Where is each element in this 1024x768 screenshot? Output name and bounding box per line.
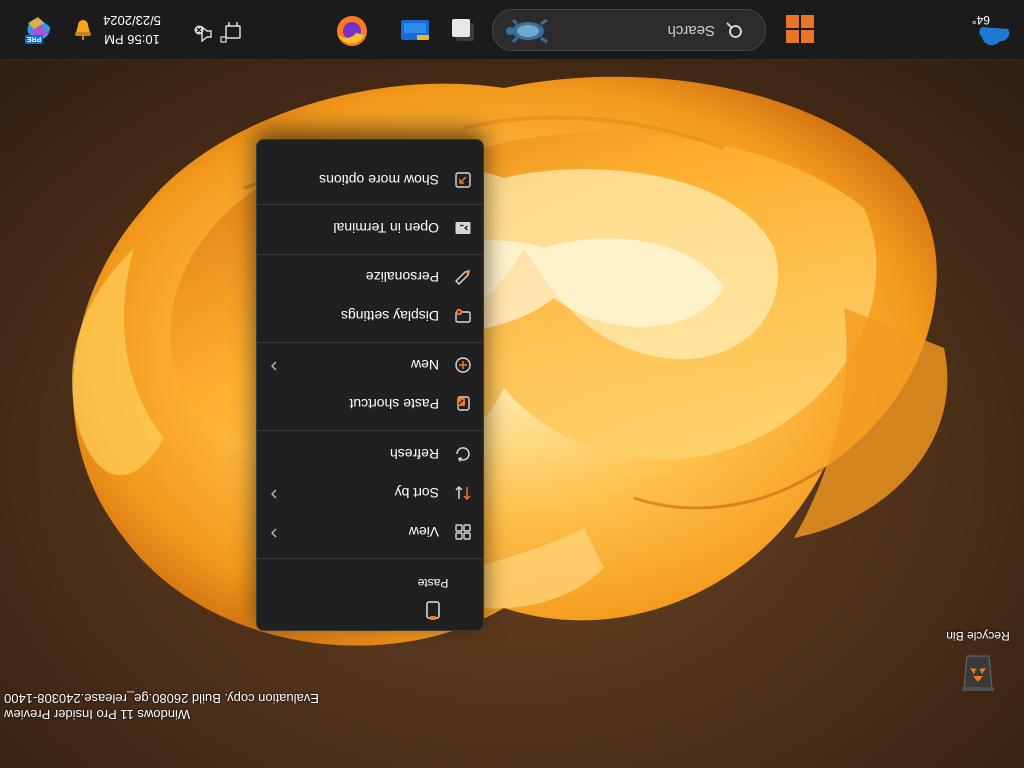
- recycle-bin-label: Recycle Bin: [946, 629, 1010, 643]
- copilot-pre-badge: PRE: [26, 35, 41, 42]
- weather-widget[interactable]: 64°: [962, 7, 1012, 49]
- desktop-icon-recycle-bin[interactable]: Recycle Bin: [940, 629, 1016, 696]
- desktop-context-menu: Paste View Sort by Refresh Paste shortcu…: [256, 139, 484, 631]
- file-explorer-button[interactable]: [398, 13, 432, 47]
- paste-shortcut-icon: [457, 396, 470, 412]
- chevron-right-icon: [271, 528, 277, 538]
- chevron-right-icon: [271, 361, 277, 371]
- firefox-icon: [337, 16, 367, 46]
- menu-item-show-more-options[interactable]: Show more options: [257, 161, 483, 200]
- clock-time: 10:56 PM: [104, 32, 160, 47]
- search-icon: [726, 22, 742, 38]
- sort-icon: [455, 486, 471, 501]
- view-grid-icon: [455, 524, 471, 541]
- desktop-screen[interactable]: Recycle Bin Paste View Sort by Refresh P…: [0, 0, 1024, 768]
- context-menu-group-view: View Sort by Refresh: [257, 430, 483, 558]
- network-tray-button[interactable]: [216, 17, 246, 47]
- taskbar-clock[interactable]: 10:56 PM 5/23/2024: [92, 11, 172, 49]
- context-menu-group-terminal: Open in Terminal: [257, 204, 483, 254]
- menu-item-new-label: New: [410, 357, 439, 374]
- context-menu-paste-row: Paste: [257, 558, 483, 630]
- recycle-bin-icon: [962, 655, 994, 691]
- volume-muted-icon: [194, 25, 212, 43]
- menu-item-refresh[interactable]: Refresh: [257, 435, 483, 474]
- tray-app-button[interactable]: [70, 19, 96, 45]
- watermark-line-1: Windows 11 Pro Insider Preview: [4, 707, 191, 722]
- menu-item-open-in-terminal-label: Open in Terminal: [333, 220, 439, 237]
- menu-item-display-settings[interactable]: Display settings: [257, 297, 483, 336]
- file-explorer-icon: [401, 20, 429, 40]
- display-settings-icon: [455, 309, 471, 324]
- firefox-button[interactable]: [334, 13, 370, 49]
- start-icon: [786, 15, 814, 43]
- volume-tray-button[interactable]: [192, 23, 214, 45]
- show-more-options-icon: [455, 172, 471, 189]
- taskbar: 64° Search 10:56 PM 5/23/2024 PRE: [0, 0, 1024, 60]
- menu-item-sort-by-label: Sort by: [394, 485, 439, 502]
- watermark-line-2: Evaluation copy. Build 26080.ge_release.…: [4, 691, 319, 706]
- chevron-right-icon: [271, 489, 277, 499]
- menu-item-view-label: View: [408, 524, 439, 541]
- search-placeholder: Search: [667, 22, 715, 39]
- start-button[interactable]: [784, 13, 816, 45]
- wallpaper[interactable]: [0, 0, 1024, 768]
- context-menu-group-more: Show more options: [257, 161, 483, 204]
- menu-item-personalize[interactable]: Personalize: [257, 258, 483, 297]
- menu-item-open-in-terminal[interactable]: Open in Terminal: [257, 209, 483, 248]
- task-view-button[interactable]: [448, 15, 478, 45]
- menu-item-new[interactable]: New: [257, 346, 483, 385]
- menu-item-show-more-options-label: Show more options: [319, 172, 439, 189]
- menu-item-personalize-label: Personalize: [365, 269, 439, 286]
- copilot-button[interactable]: PRE: [22, 13, 56, 47]
- menu-item-display-settings-label: Display settings: [340, 308, 439, 325]
- menu-item-sort-by[interactable]: Sort by: [257, 474, 483, 513]
- search-highlight-turtle-icon: [506, 18, 548, 44]
- menu-item-paste-shortcut[interactable]: Paste shortcut: [257, 385, 483, 424]
- taskbar-search-box[interactable]: Search: [492, 9, 766, 51]
- weather-temperature: 64°: [971, 13, 990, 27]
- copilot-icon: PRE: [25, 17, 50, 44]
- refresh-icon: [456, 447, 470, 463]
- new-plus-icon: [455, 357, 471, 374]
- context-menu-group-new: Paste shortcut New: [257, 342, 483, 430]
- terminal-icon: [455, 222, 471, 235]
- clock-date: 5/23/2024: [103, 13, 161, 28]
- network-icon: [220, 22, 241, 43]
- context-menu-group-display: Display settings Personalize: [257, 254, 483, 342]
- task-view-icon: [452, 19, 474, 41]
- personalize-pen-icon: [455, 270, 470, 286]
- paste-button[interactable]: Paste: [403, 576, 463, 621]
- paste-icon: [426, 601, 440, 620]
- paste-label: Paste: [417, 576, 449, 590]
- menu-item-view[interactable]: View: [257, 513, 483, 552]
- evaluation-watermark: Windows 11 Pro Insider Preview Evaluatio…: [4, 690, 319, 722]
- menu-item-paste-shortcut-label: Paste shortcut: [349, 396, 440, 413]
- menu-item-refresh-label: Refresh: [389, 446, 439, 463]
- tray-acorn-icon: [75, 20, 91, 40]
